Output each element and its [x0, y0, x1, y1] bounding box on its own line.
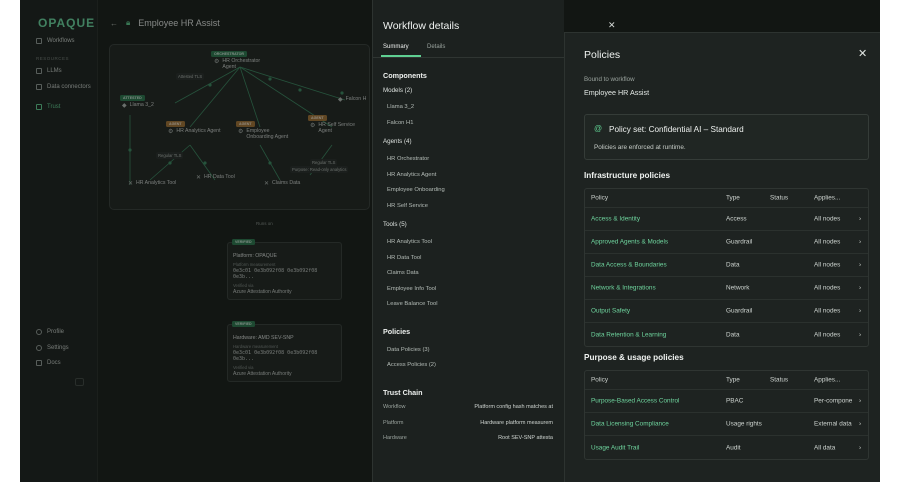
- list-item[interactable]: HR Analytics Tool: [387, 239, 432, 245]
- list-item[interactable]: Claims Data: [387, 270, 419, 276]
- policy-applies: All nodes: [814, 307, 841, 315]
- table-row[interactable]: Access & IdentityAccess✓EnforcedAll node…: [585, 208, 868, 231]
- table-row[interactable]: Network & IntegrationsNetwork✓EnforcedAl…: [585, 277, 868, 300]
- list-item[interactable]: Data Policies (3): [387, 347, 430, 353]
- table-row[interactable]: Approved Agents & ModelsGuardrail✓Enforc…: [585, 231, 868, 254]
- chevron-right-icon[interactable]: ›: [859, 398, 865, 405]
- table-row[interactable]: Usage Audit TrailAudit✓ActiveAll data›: [585, 436, 868, 459]
- bound-value: Employee HR Assist: [584, 88, 650, 97]
- policies-heading: Policies: [383, 327, 411, 336]
- purpose-policies-table: Policy Type Status Applies... Purpose-Ba…: [584, 370, 869, 460]
- trust-chain-heading: Trust Chain: [383, 388, 423, 397]
- list-item[interactable]: HR Self Service: [387, 203, 428, 209]
- policy-type: PBAC: [726, 397, 744, 405]
- trust-row[interactable]: Hardware Root SEV-SNP attesta: [383, 435, 553, 441]
- policy-set-icon: @: [594, 124, 603, 133]
- policy-applies: All nodes: [814, 238, 841, 246]
- policy-name[interactable]: Access & Identity: [591, 216, 717, 223]
- policy-name[interactable]: Approved Agents & Models: [591, 239, 717, 246]
- chevron-right-icon[interactable]: ›: [859, 262, 865, 269]
- close-icon[interactable]: ✕: [858, 47, 867, 60]
- policy-type: Usage rights: [726, 420, 762, 428]
- table-row[interactable]: Data Licensing ComplianceUsage rights✓En…: [585, 413, 868, 436]
- tab-details[interactable]: Details: [427, 44, 445, 50]
- table-row[interactable]: Data Access & BoundariesData✓EnforcedAll…: [585, 254, 868, 277]
- policy-type: Data: [726, 331, 740, 338]
- chevron-right-icon[interactable]: ›: [859, 308, 865, 315]
- list-item[interactable]: Employee Onboarding: [387, 187, 445, 193]
- chevron-right-icon[interactable]: ›: [859, 331, 865, 338]
- workflow-details-panel: Workflow details Summary Details Compone…: [372, 0, 565, 482]
- infra-policies-table: Policy Type Status Applies... Access & I…: [584, 188, 869, 347]
- policy-name[interactable]: Output Safety: [591, 308, 717, 315]
- table-header: Policy Type Status Applies...: [585, 371, 868, 390]
- list-item[interactable]: Leave Balance Tool: [387, 301, 438, 307]
- policy-set-name: Policy set: Confidential AI – Standard: [609, 125, 744, 134]
- table-row[interactable]: Purpose-Based Access ControlPBAC✓Enforce…: [585, 390, 868, 413]
- trust-row[interactable]: Platform Hardware platform measurem: [383, 420, 553, 426]
- trust-row[interactable]: Workflow Platform config hash matches at: [383, 404, 553, 410]
- components-heading: Components: [383, 71, 427, 80]
- policy-type: Access: [726, 215, 747, 223]
- list-item[interactable]: Falcon H1: [387, 120, 413, 126]
- list-item[interactable]: HR Analytics Agent: [387, 172, 436, 178]
- table-row[interactable]: Output SafetyGuardrail✓EnforcedAll nodes…: [585, 300, 868, 323]
- policy-type: Guardrail: [726, 238, 753, 246]
- policy-applies: External data: [814, 420, 852, 428]
- list-item[interactable]: Employee Info Tool: [387, 286, 436, 292]
- list-item[interactable]: Llama 3_2: [387, 104, 414, 110]
- policy-applies: All nodes: [814, 215, 841, 223]
- policy-applies: All data: [814, 444, 836, 451]
- chevron-right-icon[interactable]: ›: [859, 239, 865, 246]
- list-item[interactable]: Access Policies (2): [387, 362, 436, 368]
- chevron-right-icon[interactable]: ›: [859, 421, 865, 428]
- policy-applies: All nodes: [814, 331, 841, 338]
- panel-title: Workflow details: [383, 20, 460, 32]
- purpose-policies-heading: Purpose & usage policies: [584, 353, 684, 362]
- chevron-right-icon[interactable]: ›: [859, 216, 865, 223]
- policy-type: Network: [726, 284, 750, 292]
- divider: [373, 57, 565, 58]
- bound-label: Bound to workflow: [584, 76, 635, 83]
- agents-heading: Agents (4): [383, 138, 412, 145]
- panel-title: Policies: [584, 49, 621, 61]
- close-workflow-panel-icon[interactable]: ✕: [608, 20, 616, 31]
- policies-panel: Policies ✕ Bound to workflow Employee HR…: [564, 32, 880, 482]
- chevron-right-icon[interactable]: ›: [859, 444, 865, 451]
- policy-applies: All nodes: [814, 261, 841, 269]
- policy-set-description: Policies are enforced at runtime.: [594, 144, 686, 151]
- tools-heading: Tools (5): [383, 221, 407, 228]
- policy-applies: All nodes: [814, 284, 841, 292]
- policy-name[interactable]: Usage Audit Trail: [591, 444, 717, 451]
- screen: OPAQUE Workflows RESOURCES LLMs Data con…: [20, 0, 880, 482]
- tab-summary[interactable]: Summary: [383, 44, 409, 50]
- models-heading: Models (2): [383, 87, 413, 94]
- policy-name[interactable]: Data Licensing Compliance: [591, 421, 717, 428]
- policy-name[interactable]: Network & Integrations: [591, 285, 717, 292]
- policy-set-card: @ Policy set: Confidential AI – Standard…: [584, 114, 869, 160]
- policy-type: Guardrail: [726, 307, 753, 315]
- table-row[interactable]: Data Retention & LearningData✓EnforcedAl…: [585, 323, 868, 346]
- policy-name[interactable]: Data Retention & Learning: [591, 331, 717, 338]
- infra-policies-heading: Infrastructure policies: [584, 171, 670, 180]
- policy-name[interactable]: Data Access & Boundaries: [591, 262, 717, 269]
- policy-name[interactable]: Purpose-Based Access Control: [591, 398, 717, 405]
- chevron-right-icon[interactable]: ›: [859, 285, 865, 292]
- policy-type: Audit: [726, 444, 741, 451]
- policy-type: Data: [726, 261, 740, 269]
- list-item[interactable]: HR Orchestrator: [387, 156, 429, 162]
- policy-applies: Per-component: [814, 397, 852, 405]
- table-header: Policy Type Status Applies...: [585, 189, 868, 208]
- list-item[interactable]: HR Data Tool: [387, 255, 421, 261]
